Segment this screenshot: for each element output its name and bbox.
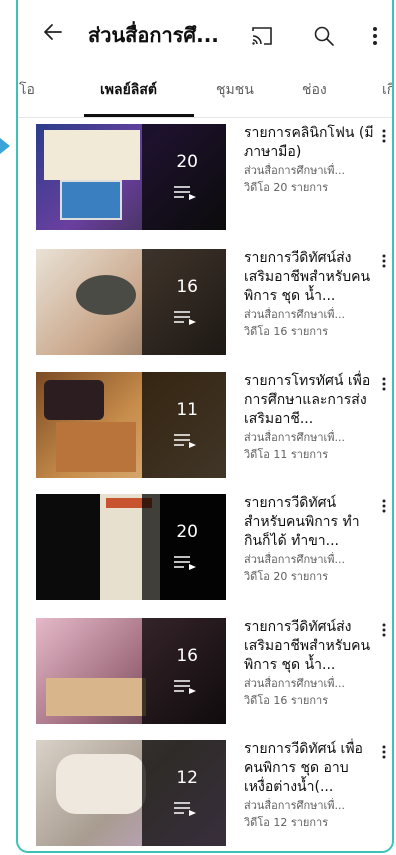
video-count-badge: 12 [176, 768, 198, 788]
playlist-title: รายการคลินิกโฟน (มีภาษามือ) [244, 125, 374, 160]
more-vertical-icon [382, 254, 386, 268]
channel-name: ส่วนสื่อการศึกษาเพื่... [244, 799, 346, 812]
list-item[interactable]: 12 รายการวีดิทัศน์ เพื่อคนพิการ ชุด อาบเ… [36, 740, 392, 850]
back-button[interactable] [38, 20, 68, 50]
tab-channels[interactable]: ช่อง [302, 78, 327, 118]
search-icon [314, 26, 334, 46]
playlist-thumbnail[interactable]: 20 [36, 494, 226, 600]
channel-name: ส่วนสื่อการศึกษาเพื่... [244, 431, 346, 444]
playlist-meta[interactable]: รายการวีดิทัศน์ส่งเสริมอาชีพสำหรับคนพิกา… [244, 249, 376, 340]
playlist-meta[interactable]: รายการโทรทัศน์ เพื่อการศึกษาและการส่งเสร… [244, 372, 376, 463]
channel-name: ส่วนสื่อการศึกษาเพื่... [244, 164, 346, 177]
arrow-left-icon [44, 24, 62, 40]
side-marker-arrow [0, 138, 10, 154]
playlist-title: รายการวีดิทัศน์ส่งเสริมอาชีพสำหรับคนพิกา… [244, 250, 371, 304]
tab-about[interactable]: เกี่ [382, 78, 392, 118]
more-vertical-icon [382, 129, 386, 143]
list-item[interactable]: 20 รายการวีดิทัศน์ สำหรับคนพิการ ทำกินก็… [36, 494, 392, 604]
channel-tabs: วิดีโอ เพลย์ลิสต์ ชุมชน ช่อง เกี่ [18, 78, 392, 118]
thumbnail-overlay [142, 618, 226, 724]
channel-name: ส่วนสื่อการศึกษาเพื่... [244, 677, 346, 690]
video-count-text: วิดีโอ 11 รายการ [244, 448, 329, 461]
item-more-button[interactable] [376, 622, 392, 642]
tab-playlists[interactable]: เพลย์ลิสต์ [100, 78, 157, 118]
thumbnail-overlay [142, 740, 226, 846]
app-bar: ส่วนสื่อการศึ... [18, 0, 392, 70]
video-count-text: วิดีโอ 20 รายการ [244, 570, 329, 583]
video-count-text: วิดีโอ 16 รายการ [244, 694, 329, 707]
active-tab-indicator [84, 114, 194, 117]
playlist-icon [174, 311, 196, 325]
item-more-button[interactable] [376, 128, 392, 148]
video-count-text: วิดีโอ 12 รายการ [244, 816, 329, 829]
playlist-meta[interactable]: รายการคลินิกโฟน (มีภาษามือ) ส่วนสื่อการศ… [244, 124, 376, 196]
channel-title: ส่วนสื่อการศึ... [88, 23, 219, 47]
more-vertical-icon [382, 499, 386, 513]
playlist-icon [174, 802, 196, 816]
playlist-title: รายการวีดิทัศน์ เพื่อคนพิการ ชุด อาบเหงื… [244, 741, 363, 795]
thumbnail-overlay [142, 372, 226, 478]
video-count-text: วิดีโอ 16 รายการ [244, 325, 329, 338]
item-more-button[interactable] [376, 498, 392, 518]
video-count-text: วิดีโอ 20 รายการ [244, 181, 329, 194]
playlist-icon [174, 186, 196, 200]
playlist-thumbnail[interactable]: 16 [36, 618, 226, 724]
playlist-icon [174, 434, 196, 448]
item-more-button[interactable] [376, 376, 392, 396]
thumbnail-overlay [142, 249, 226, 355]
playlist-title: รายการโทรทัศน์ เพื่อการศึกษาและการส่งเสร… [244, 373, 371, 427]
item-more-button[interactable] [376, 744, 392, 764]
list-item[interactable]: 11 รายการโทรทัศน์ เพื่อการศึกษาและการส่ง… [36, 372, 392, 482]
more-options-button[interactable] [361, 22, 389, 50]
more-vertical-icon [382, 377, 386, 391]
playlist-title: รายการวีดิทัศน์ สำหรับคนพิการ ทำกินก็ได้… [244, 495, 360, 549]
item-more-button[interactable] [376, 253, 392, 273]
thumbnail-overlay [142, 124, 226, 230]
cast-icon [252, 27, 272, 45]
channel-name: ส่วนสื่อการศึกษาเพื่... [244, 308, 346, 321]
playlist-thumbnail[interactable]: 12 [36, 740, 226, 846]
thumbnail-overlay [142, 494, 226, 600]
phone-frame: ส่วนสื่อการศึ... วิดีโอ เพลย์ลิสต์ ชุมชน… [16, 0, 394, 853]
cast-button[interactable] [248, 22, 276, 50]
channel-name: ส่วนสื่อการศึกษาเพื่... [244, 553, 346, 566]
playlist-title: รายการวีดิทัศน์ส่งเสริมอาชีพสำหรับคนพิกา… [244, 619, 371, 673]
video-count-badge: 16 [176, 277, 198, 297]
more-vertical-icon [382, 623, 386, 637]
list-item[interactable]: 20 รายการคลินิกโฟน (มีภาษามือ) ส่วนสื่อก… [36, 124, 392, 234]
more-vertical-icon [382, 745, 386, 759]
playlist-thumbnail[interactable]: 20 [36, 124, 226, 230]
tab-community[interactable]: ชุมชน [216, 78, 254, 118]
tab-videos[interactable]: วิดีโอ [18, 78, 35, 118]
more-vertical-icon [373, 27, 377, 45]
video-count-badge: 20 [176, 522, 198, 542]
playlist-meta[interactable]: รายการวีดิทัศน์ เพื่อคนพิการ ชุด อาบเหงื… [244, 740, 376, 831]
video-count-badge: 11 [176, 400, 198, 420]
playlist-thumbnail[interactable]: 16 [36, 249, 226, 355]
list-item[interactable]: 16 รายการวีดิทัศน์ส่งเสริมอาชีพสำหรับคนพ… [36, 249, 392, 359]
playlist-icon [174, 680, 196, 694]
playlist-thumbnail[interactable]: 11 [36, 372, 226, 478]
video-count-badge: 20 [176, 152, 198, 172]
list-item[interactable]: 16 รายการวีดิทัศน์ส่งเสริมอาชีพสำหรับคนพ… [36, 618, 392, 728]
playlist-meta[interactable]: รายการวีดิทัศน์ส่งเสริมอาชีพสำหรับคนพิกา… [244, 618, 376, 709]
playlist-icon [174, 556, 196, 570]
playlist-meta[interactable]: รายการวีดิทัศน์ สำหรับคนพิการ ทำกินก็ได้… [244, 494, 376, 585]
video-count-badge: 16 [176, 646, 198, 666]
search-button[interactable] [310, 22, 338, 50]
